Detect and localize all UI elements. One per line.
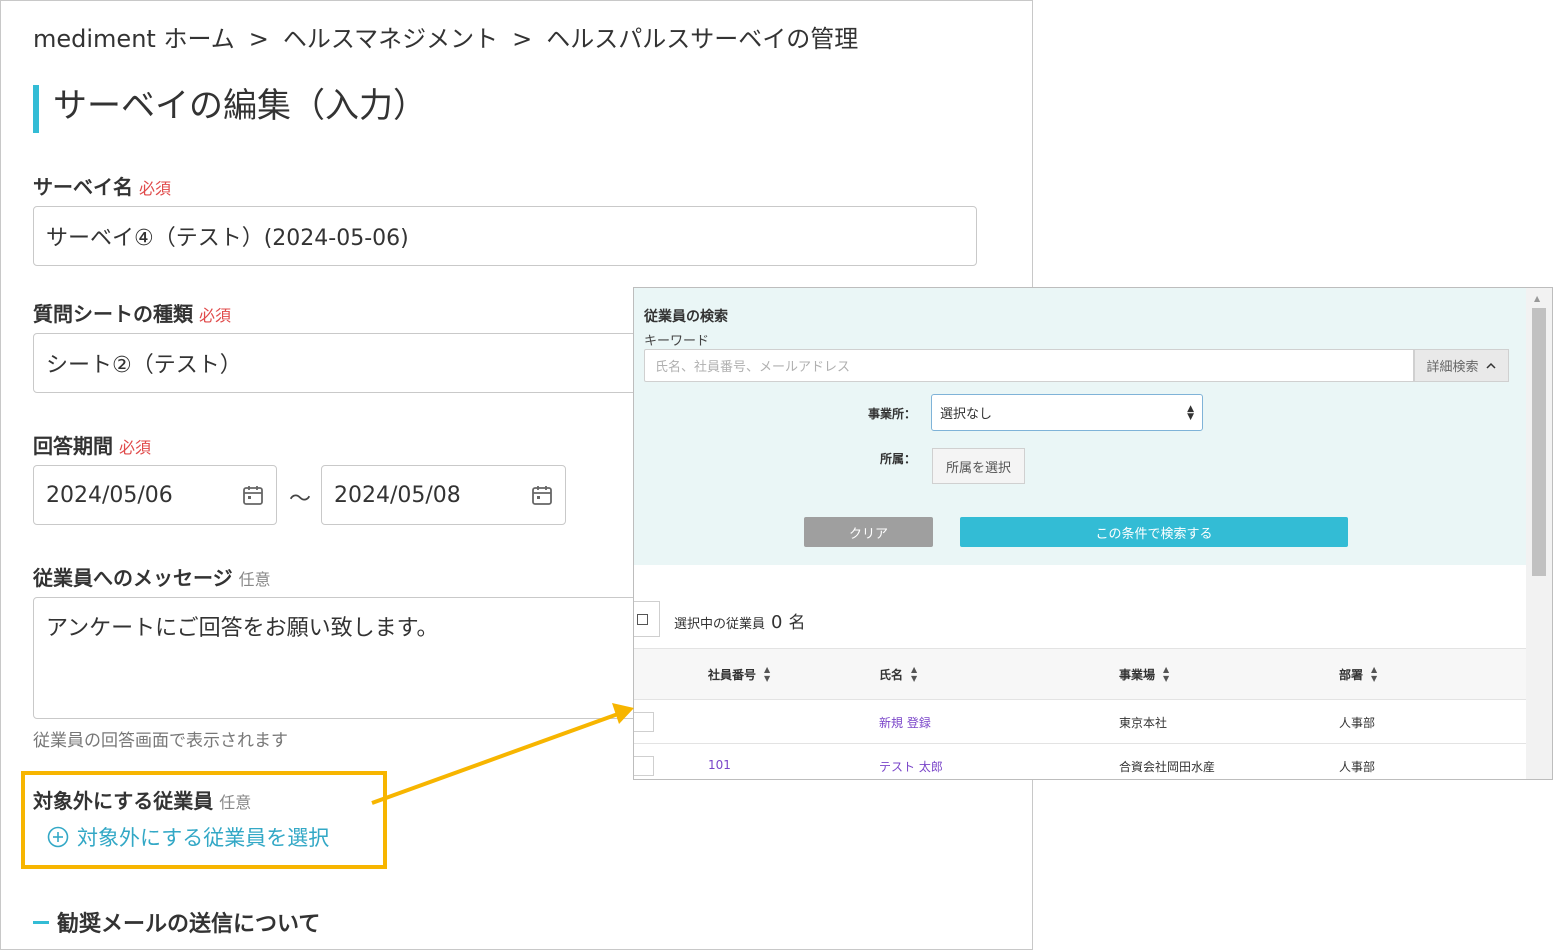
column-header-site[interactable]: 事業場 ▲ ▼ <box>1119 665 1169 683</box>
breadcrumb-current: ヘルスパルスサーベイの管理 <box>546 25 859 53</box>
popup-title: 従業員の検索 <box>644 309 728 325</box>
breadcrumb-separator: > <box>512 25 533 53</box>
reminder-mail-section-heading: 勧奨メールの送信について <box>33 906 320 938</box>
plus-circle-icon <box>47 826 69 848</box>
scrollbar-thumb[interactable] <box>1532 308 1546 576</box>
table-row[interactable]: 101 テスト 太郎 合資会社岡田水産 人事部 <box>634 744 1528 779</box>
clear-button[interactable]: クリア <box>804 517 933 547</box>
search-button[interactable]: この条件で検索する <box>960 517 1348 547</box>
breadcrumb-health-management[interactable]: ヘルスマネジメント <box>283 25 498 53</box>
survey-name-value: サーベイ④（テスト）(2024-05-06) <box>46 226 409 251</box>
sheet-type-label-text: 質問シートの種類 <box>33 302 193 326</box>
select-excluded-link-text: 対象外にする従業員を選択 <box>77 826 330 850</box>
office-select[interactable]: 選択なし ▲ ▼ <box>931 394 1203 431</box>
column-header-label: 氏名 <box>879 667 904 682</box>
sheet-type-label: 質問シートの種類 必須 <box>33 298 231 327</box>
survey-name-input[interactable]: サーベイ④（テスト）(2024-05-06) <box>33 206 977 266</box>
selected-unit: 名 <box>788 613 806 633</box>
column-header-label: 社員番号 <box>708 667 757 682</box>
breadcrumb-home[interactable]: mediment ホーム <box>33 25 235 53</box>
optional-badge: 任意 <box>238 570 271 589</box>
period-label-text: 回答期間 <box>33 434 113 458</box>
sheet-type-value: シート②（テスト） <box>46 353 242 378</box>
sort-icon: ▲ ▼ <box>1371 665 1378 683</box>
checkbox-box <box>637 614 648 625</box>
end-date-input[interactable]: 2024/05/08 <box>321 465 566 525</box>
start-date-input[interactable]: 2024/05/06 <box>33 465 277 525</box>
required-badge: 必須 <box>139 179 172 198</box>
employee-site: 東京本社 <box>1119 716 1168 730</box>
search-conditions-area: 従業員の検索 キーワード 氏名、社員番号、メールアドレス 詳細検索 事業所： 選… <box>634 288 1528 565</box>
employee-department: 人事部 <box>1339 716 1376 730</box>
employee-name-link[interactable]: 新規 登録 <box>879 714 931 731</box>
selected-employees-label: 選択中の従業員 <box>674 617 766 632</box>
employee-search-popup: 従業員の検索 キーワード 氏名、社員番号、メールアドレス 詳細検索 事業所： 選… <box>633 287 1553 780</box>
sort-icon: ▲ ▼ <box>911 665 918 683</box>
required-badge: 必須 <box>199 306 232 325</box>
table-row[interactable]: 新規 登録 東京本社 人事部 <box>634 700 1528 744</box>
select-arrows-icon: ▲ ▼ <box>1187 403 1194 422</box>
message-help-text: 従業員の回答画面で表示されます <box>33 731 288 751</box>
row-checkbox[interactable] <box>634 756 654 776</box>
survey-name-label: サーベイ名 必須 <box>33 171 171 200</box>
column-header-label: 事業場 <box>1119 667 1156 682</box>
scroll-up-arrow-icon[interactable]: ▲ <box>1534 294 1540 303</box>
employee-department: 人事部 <box>1339 760 1376 774</box>
keyword-placeholder: 氏名、社員番号、メールアドレス <box>655 360 851 375</box>
affiliation-label: 所属： <box>880 452 917 466</box>
excluded-label: 対象外にする従業員 任意 <box>33 785 251 814</box>
employee-site: 合資会社岡田水産 <box>1119 760 1216 774</box>
column-header-label: 部署 <box>1339 667 1364 682</box>
reminder-mail-heading-text: 勧奨メールの送信について <box>57 912 321 937</box>
message-label: 従業員へのメッセージ 任意 <box>33 562 271 591</box>
survey-name-label-text: サーベイ名 <box>33 175 133 199</box>
message-value: アンケートにご回答をお願い致します。 <box>46 616 439 641</box>
column-header-name[interactable]: 氏名 ▲ ▼ <box>879 665 917 683</box>
chevron-up-icon <box>1485 362 1496 369</box>
excluded-label-text: 対象外にする従業員 <box>33 789 214 813</box>
sort-icon: ▲ ▼ <box>764 665 771 683</box>
start-date-value: 2024/05/06 <box>46 482 173 508</box>
select-affiliation-button[interactable]: 所属を選択 <box>932 448 1025 484</box>
column-header-department[interactable]: 部署 ▲ ▼ <box>1339 665 1377 683</box>
advanced-search-label: 詳細検索 <box>1426 360 1479 375</box>
period-label: 回答期間 必須 <box>33 430 151 459</box>
advanced-search-button[interactable]: 詳細検索 <box>1414 349 1509 382</box>
end-date-value: 2024/05/08 <box>334 482 461 508</box>
employee-name-link[interactable]: テスト 太郎 <box>879 758 943 775</box>
select-all-checkbox[interactable] <box>634 601 660 637</box>
calendar-icon[interactable] <box>242 484 264 506</box>
select-excluded-employees-link[interactable]: 対象外にする従業員を選択 <box>47 822 329 852</box>
column-header-employee-id[interactable]: 社員番号 ▲ ▼ <box>708 665 770 683</box>
sort-icon: ▲ ▼ <box>1163 665 1170 683</box>
period-separator: ～ <box>289 487 312 512</box>
office-select-value: 選択なし <box>940 407 993 422</box>
office-label: 事業所： <box>868 407 917 421</box>
keyword-input[interactable]: 氏名、社員番号、メールアドレス <box>644 349 1414 382</box>
selected-employees-summary: 選択中の従業員 0 名 <box>674 608 805 633</box>
employee-id-link[interactable]: 101 <box>708 758 731 772</box>
required-badge: 必須 <box>119 438 152 457</box>
page-title: サーベイの編集（入力） <box>33 85 427 133</box>
breadcrumb-separator: > <box>248 25 269 53</box>
optional-badge: 任意 <box>219 793 252 812</box>
breadcrumb: mediment ホーム > ヘルスマネジメント > ヘルスパルスサーベイの管理 <box>33 19 858 54</box>
table-header: 社員番号 ▲ ▼ 氏名 ▲ ▼ 事業場 ▲ ▼ 部署 ▲ ▼ <box>634 648 1528 700</box>
message-textarea[interactable]: アンケートにご回答をお願い致します。 <box>33 597 653 719</box>
row-checkbox[interactable] <box>634 712 654 732</box>
selected-count: 0 <box>771 612 783 633</box>
keyword-label: キーワード <box>644 334 710 349</box>
message-label-text: 従業員へのメッセージ <box>33 566 233 590</box>
popup-scrollbar[interactable]: ▲ <box>1526 288 1552 779</box>
calendar-icon[interactable] <box>531 484 553 506</box>
section-dash <box>33 920 49 924</box>
